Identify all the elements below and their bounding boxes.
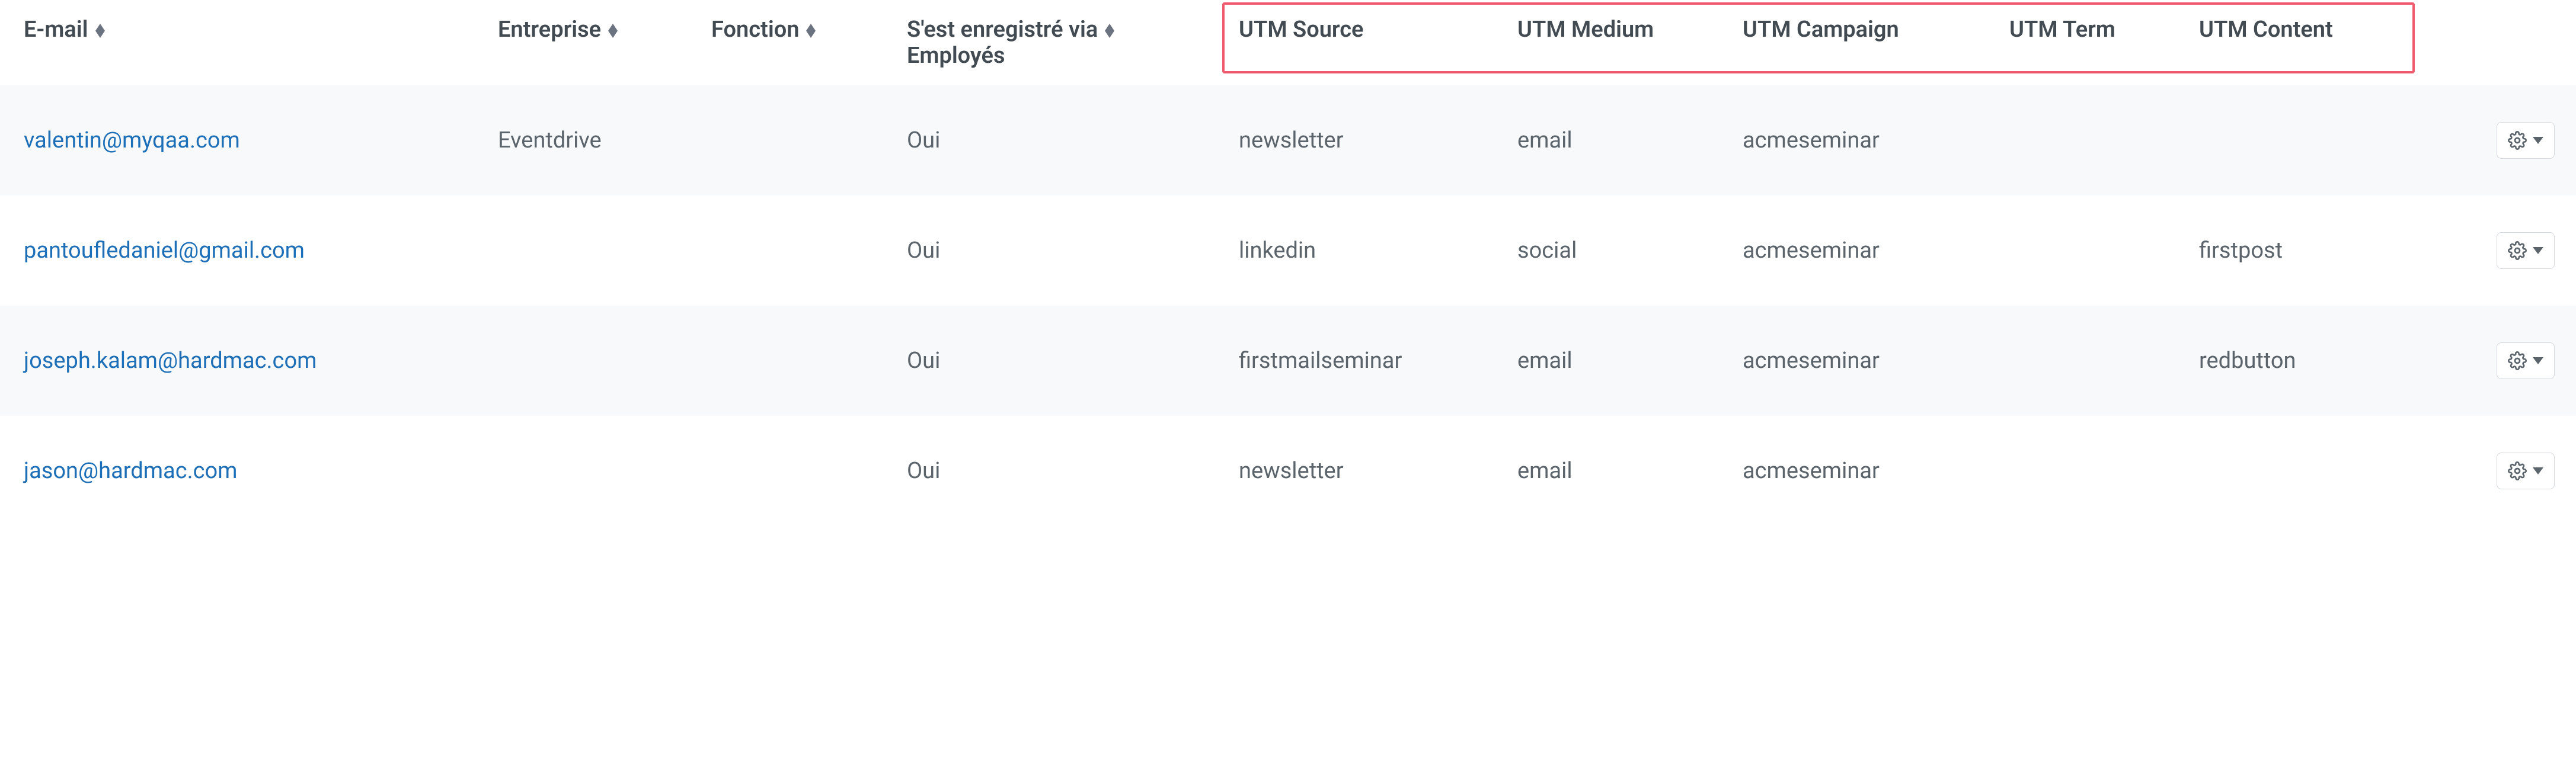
table-row: joseph.kalam@hardmac.com Oui firstmailse…	[0, 306, 2576, 416]
cell-utm-content: redbutton	[2175, 306, 2424, 416]
cell-utm-source: linkedin	[1215, 195, 1494, 306]
cell-utm-term	[1986, 306, 2175, 416]
cell-utm-content	[2175, 85, 2424, 195]
sort-icon	[805, 24, 817, 38]
col-header-label: UTM Content	[2199, 17, 2333, 43]
col-header-actions	[2424, 0, 2576, 85]
cell-entreprise	[474, 416, 688, 526]
sort-icon	[94, 24, 106, 38]
cell-email: jason@hardmac.com	[0, 416, 474, 526]
cell-utm-medium: email	[1494, 85, 1719, 195]
cell-utm-content: firstpost	[2175, 195, 2424, 306]
col-header-label: S'est enregistré via	[907, 17, 1098, 43]
sort-icon	[607, 24, 619, 38]
row-actions-button[interactable]	[2497, 342, 2555, 379]
col-header-registered-via[interactable]: S'est enregistré via Employés	[883, 0, 1215, 85]
col-header-utm-medium: UTM Medium	[1494, 0, 1719, 85]
cell-utm-source: newsletter	[1215, 85, 1494, 195]
cell-utm-medium: email	[1494, 416, 1719, 526]
table-header-row: E-mail Entreprise	[0, 0, 2576, 85]
col-header-label: UTM Medium	[1517, 17, 1654, 43]
cell-utm-medium: email	[1494, 306, 1719, 416]
cell-entreprise	[474, 195, 688, 306]
cell-actions	[2424, 85, 2576, 195]
gear-icon	[2508, 351, 2527, 370]
caret-down-icon	[2533, 137, 2543, 144]
cell-entreprise	[474, 306, 688, 416]
cell-email: valentin@myqaa.com	[0, 85, 474, 195]
cell-utm-medium: social	[1494, 195, 1719, 306]
caret-down-icon	[2533, 467, 2543, 474]
cell-utm-campaign: acmeseminar	[1719, 85, 1986, 195]
col-header-utm-source: UTM Source	[1215, 0, 1494, 85]
col-header-fonction[interactable]: Fonction	[688, 0, 883, 85]
row-actions-button[interactable]	[2497, 453, 2555, 489]
page-root: E-mail Entreprise	[0, 0, 2576, 526]
cell-utm-campaign: acmeseminar	[1719, 195, 1986, 306]
cell-registered: Oui	[883, 416, 1215, 526]
col-header-label-sub: Employés	[907, 43, 1098, 69]
cell-entreprise: Eventdrive	[474, 85, 688, 195]
col-header-label: Fonction	[711, 17, 799, 43]
cell-registered: Oui	[883, 195, 1215, 306]
cell-utm-term	[1986, 195, 2175, 306]
table-row: valentin@myqaa.com Eventdrive Oui newsle…	[0, 85, 2576, 195]
col-header-label: Entreprise	[498, 17, 601, 43]
cell-utm-term	[1986, 85, 2175, 195]
cell-utm-source: firstmailseminar	[1215, 306, 1494, 416]
caret-down-icon	[2533, 357, 2543, 364]
col-header-label: E-mail	[24, 17, 88, 43]
col-header-utm-campaign: UTM Campaign	[1719, 0, 1986, 85]
row-actions-button[interactable]	[2497, 122, 2555, 159]
col-header-label: UTM Term	[2009, 17, 2115, 43]
gear-icon	[2508, 461, 2527, 480]
email-link[interactable]: valentin@myqaa.com	[24, 127, 240, 153]
cell-actions	[2424, 195, 2576, 306]
cell-fonction	[688, 306, 883, 416]
cell-actions	[2424, 306, 2576, 416]
email-link[interactable]: pantoufledaniel@gmail.com	[24, 238, 305, 264]
cell-fonction	[688, 85, 883, 195]
col-header-label: UTM Campaign	[1743, 17, 1899, 43]
row-actions-button[interactable]	[2497, 232, 2555, 269]
cell-utm-content	[2175, 416, 2424, 526]
cell-utm-term	[1986, 416, 2175, 526]
cell-actions	[2424, 416, 2576, 526]
cell-utm-campaign: acmeseminar	[1719, 416, 1986, 526]
cell-registered: Oui	[883, 306, 1215, 416]
cell-fonction	[688, 416, 883, 526]
col-header-entreprise[interactable]: Entreprise	[474, 0, 688, 85]
caret-down-icon	[2533, 247, 2543, 254]
col-header-utm-content: UTM Content	[2175, 0, 2424, 85]
cell-registered: Oui	[883, 85, 1215, 195]
table-row: pantoufledaniel@gmail.com Oui linkedin s…	[0, 195, 2576, 306]
cell-email: pantoufledaniel@gmail.com	[0, 195, 474, 306]
cell-utm-campaign: acmeseminar	[1719, 306, 1986, 416]
gear-icon	[2508, 241, 2527, 260]
col-header-email[interactable]: E-mail	[0, 0, 474, 85]
cell-fonction	[688, 195, 883, 306]
sort-icon	[1104, 24, 1116, 38]
table-row: jason@hardmac.com Oui newsletter email a…	[0, 416, 2576, 526]
cell-utm-source: newsletter	[1215, 416, 1494, 526]
email-link[interactable]: joseph.kalam@hardmac.com	[24, 348, 317, 374]
contacts-table: E-mail Entreprise	[0, 0, 2576, 526]
cell-email: joseph.kalam@hardmac.com	[0, 306, 474, 416]
gear-icon	[2508, 131, 2527, 150]
email-link[interactable]: jason@hardmac.com	[24, 458, 238, 484]
col-header-utm-term: UTM Term	[1986, 0, 2175, 85]
col-header-label: UTM Source	[1239, 17, 1364, 43]
